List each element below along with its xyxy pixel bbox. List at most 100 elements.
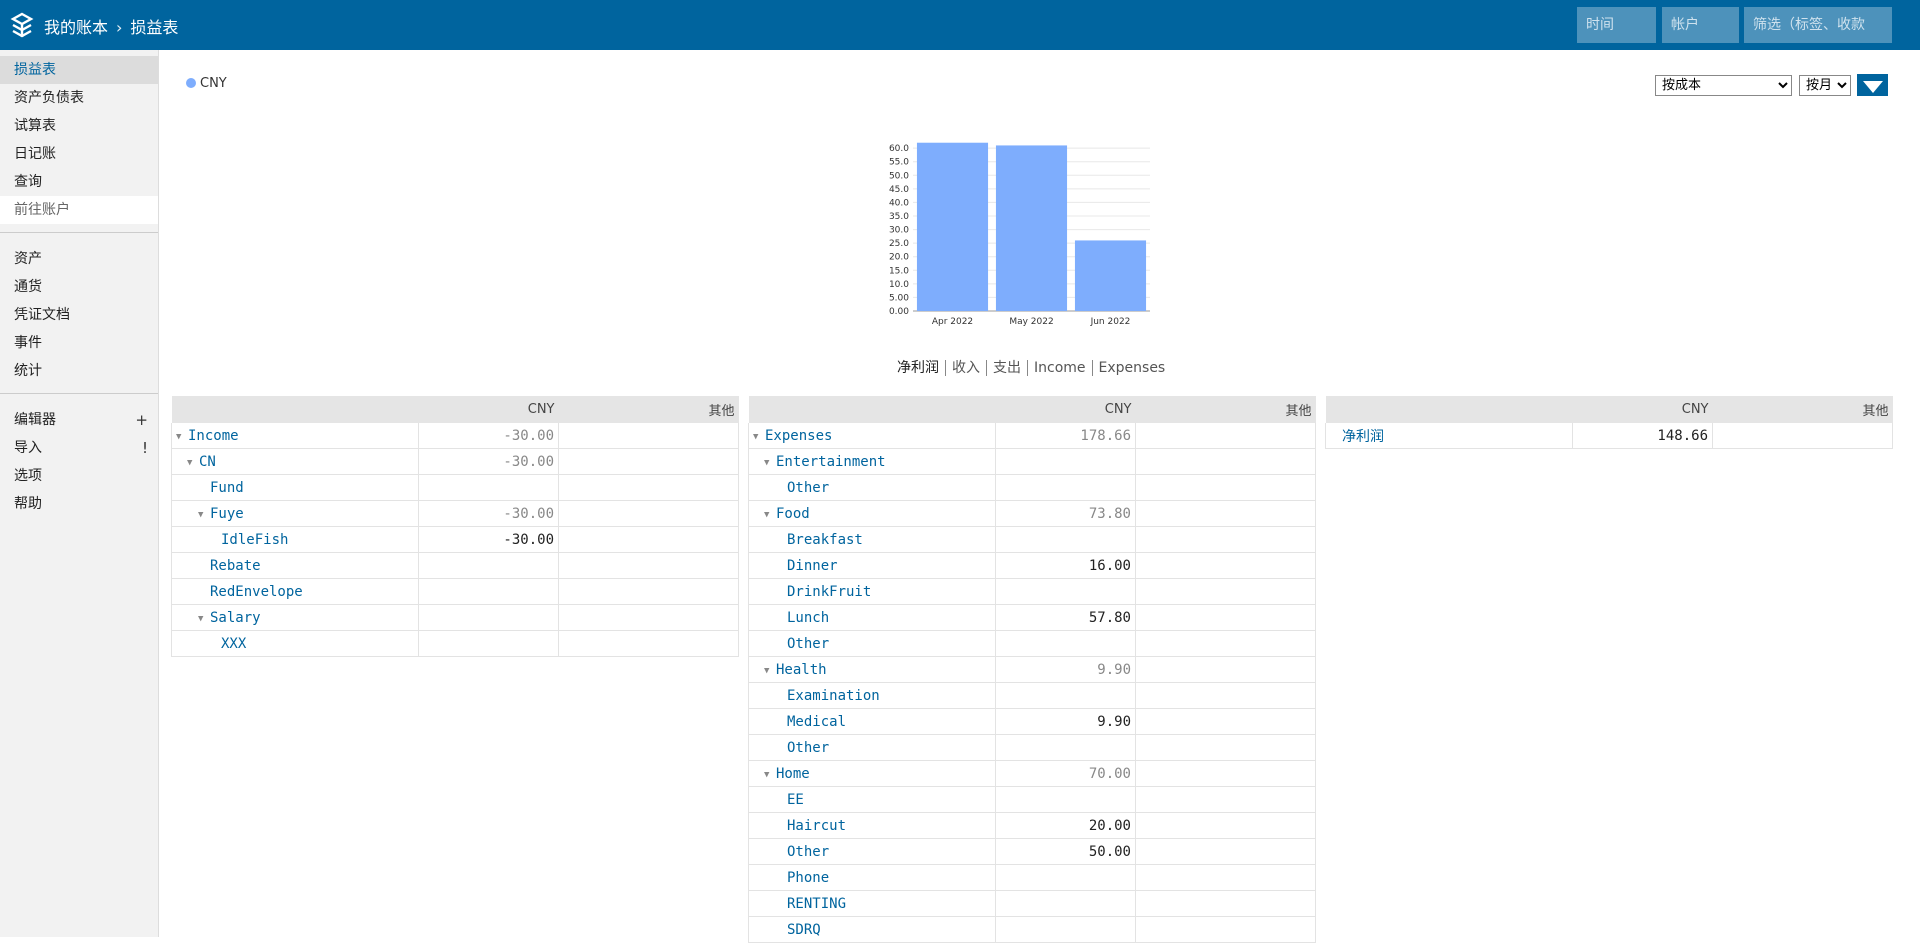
account-link[interactable]: SDRQ — [787, 922, 821, 938]
account-link[interactable]: XXX — [221, 636, 246, 652]
other-column-header[interactable]: 其他 — [558, 396, 739, 423]
other-column-header[interactable]: 其他 — [1712, 396, 1893, 423]
sidebar-item-label: 导入 — [14, 440, 42, 456]
table-row: 净利润 148.66 — [1325, 423, 1893, 449]
collapse-triangle-icon[interactable]: ▼ — [764, 770, 774, 780]
advanced-filter-input[interactable] — [1744, 7, 1892, 43]
cny-column-header[interactable]: CNY — [1572, 396, 1713, 423]
account-link[interactable]: Examination — [787, 688, 880, 704]
other-column-header[interactable]: 其他 — [1135, 396, 1316, 423]
sidebar-item-options[interactable]: 选项 — [0, 462, 158, 490]
conversion-select[interactable]: 按成本 — [1655, 75, 1792, 96]
account-cell: Other — [748, 734, 996, 761]
account-link[interactable]: Haircut — [787, 818, 846, 834]
account-link[interactable]: EE — [787, 792, 804, 808]
main-content: CNY 按成本 按月 0.00 5.00 10.0 15.0 20.0 25.0 30.0 3… — [160, 50, 1900, 943]
sidebar-item-query[interactable]: 查询 — [0, 168, 158, 196]
account-cell: ▼ Health — [748, 656, 996, 683]
collapse-triangle-icon[interactable]: ▼ — [198, 614, 208, 624]
account-link[interactable]: Fund — [210, 480, 244, 496]
chart-mode-income[interactable]: Income — [1027, 360, 1092, 376]
sidebar-item-go-to-account[interactable]: 前往账户 — [0, 196, 158, 224]
account-link[interactable]: Medical — [787, 714, 846, 730]
account-link[interactable]: Income — [188, 428, 239, 444]
plus-icon[interactable]: + — [135, 406, 148, 434]
account-link[interactable]: RedEnvelope — [210, 584, 303, 600]
account-link[interactable]: Expenses — [765, 428, 832, 444]
cny-amount-cell — [418, 578, 559, 605]
account-link[interactable]: Other — [787, 636, 829, 652]
collapse-triangle-icon[interactable]: ▼ — [176, 432, 186, 442]
table-row: Lunch 57.80 — [748, 604, 1316, 631]
account-cell: Dinner — [748, 552, 996, 579]
account-link[interactable]: Other — [787, 480, 829, 496]
chart-legend[interactable]: CNY — [186, 76, 227, 91]
collapse-triangle-icon[interactable]: ▼ — [764, 458, 774, 468]
account-link[interactable]: 净利润 — [1342, 429, 1384, 445]
cny-column-header[interactable]: CNY — [995, 396, 1136, 423]
account-link[interactable]: Dinner — [787, 558, 838, 574]
chart-bar[interactable] — [1074, 240, 1147, 311]
chart-mode-expenses-cn[interactable]: 支出 — [986, 360, 1027, 376]
sidebar-item-holdings[interactable]: 资产 — [0, 245, 158, 273]
account-link[interactable]: IdleFish — [221, 532, 288, 548]
chart-mode-expenses[interactable]: Expenses — [1091, 360, 1172, 376]
sidebar-item-journal[interactable]: 日记账 — [0, 140, 158, 168]
cny-amount-cell — [995, 474, 1136, 501]
account-link[interactable]: RENTING — [787, 896, 846, 912]
sidebar-item-balance-sheet[interactable]: 资产负债表 — [0, 84, 158, 112]
account-link[interactable]: Other — [787, 844, 829, 860]
sidebar-item-income-statement[interactable]: 损益表 — [0, 56, 158, 84]
cny-amount-cell: -30.00 — [418, 500, 559, 527]
account-column-header — [171, 396, 419, 423]
cny-amount-cell — [995, 916, 1136, 943]
account-link[interactable]: Fuye — [210, 506, 244, 522]
table-row: Rebate — [171, 552, 739, 579]
ledger-title-link[interactable]: 我的账本 — [44, 18, 108, 37]
account-link[interactable]: DrinkFruit — [787, 584, 871, 600]
sidebar-item-events[interactable]: 事件 — [0, 329, 158, 357]
collapse-triangle-icon[interactable]: ▼ — [764, 666, 774, 676]
account-link[interactable]: Home — [776, 766, 810, 782]
collapse-triangle-icon[interactable]: ▼ — [187, 458, 197, 468]
chart-bar[interactable] — [916, 142, 989, 311]
cny-column-header[interactable]: CNY — [418, 396, 559, 423]
chart-mode-net-profit[interactable]: 净利润 — [891, 360, 945, 376]
legend-dot-icon — [186, 78, 196, 88]
account-link[interactable]: Entertainment — [776, 454, 886, 470]
x-tick-label: Jun 2022 — [1090, 317, 1131, 327]
sidebar-item-import[interactable]: 导入! — [0, 434, 158, 462]
collapse-triangle-icon[interactable]: ▼ — [764, 510, 774, 520]
collapse-triangle-icon[interactable]: ▼ — [198, 510, 208, 520]
other-amount-cell — [1135, 500, 1316, 527]
chart-mode-income-cn[interactable]: 收入 — [945, 360, 986, 376]
sidebar-item-help[interactable]: 帮助 — [0, 490, 158, 518]
sidebar-item-statistics[interactable]: 统计 — [0, 357, 158, 385]
other-amount-cell — [1135, 526, 1316, 553]
cny-amount-cell: 178.66 — [995, 423, 1136, 449]
account-link[interactable]: Phone — [787, 870, 829, 886]
fava-logo-icon[interactable] — [9, 12, 35, 38]
account-link[interactable]: Food — [776, 506, 810, 522]
sidebar-item-editor[interactable]: 编辑器 + — [0, 406, 158, 434]
time-filter-input[interactable] — [1577, 7, 1656, 43]
collapse-triangle-icon[interactable]: ▼ — [753, 432, 763, 442]
account-link[interactable]: Breakfast — [787, 532, 863, 548]
sidebar-item-documents[interactable]: 凭证文档 — [0, 301, 158, 329]
y-tick-label: 25.0 — [889, 239, 909, 249]
other-amount-cell — [1135, 786, 1316, 813]
account-link[interactable]: Other — [787, 740, 829, 756]
other-amount-cell — [1135, 864, 1316, 891]
sidebar-item-commodities[interactable]: 通货 — [0, 273, 158, 301]
table-row: ▼ CN -30.00 — [171, 448, 739, 475]
sidebar-item-trial-balance[interactable]: 试算表 — [0, 112, 158, 140]
account-link[interactable]: Salary — [210, 610, 261, 626]
interval-select[interactable]: 按月 — [1799, 75, 1851, 96]
account-link[interactable]: CN — [199, 454, 216, 470]
account-link[interactable]: Lunch — [787, 610, 829, 626]
toggle-chart-button[interactable] — [1857, 74, 1888, 96]
account-link[interactable]: Rebate — [210, 558, 261, 574]
account-link[interactable]: Health — [776, 662, 827, 678]
chart-bar[interactable] — [995, 145, 1068, 311]
account-filter-input[interactable] — [1662, 7, 1739, 43]
